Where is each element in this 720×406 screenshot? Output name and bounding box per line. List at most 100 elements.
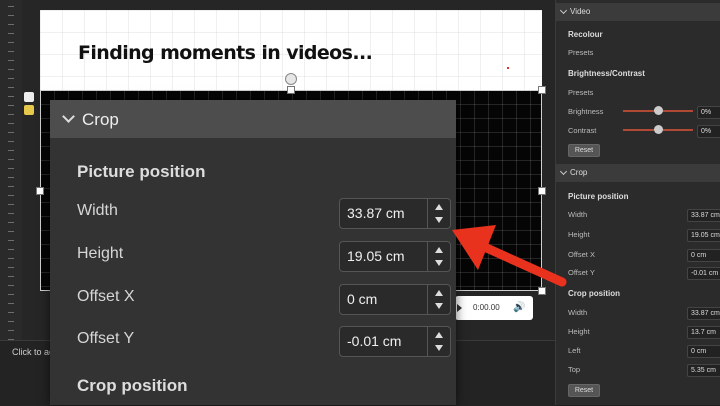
- ruler-tick: [8, 294, 14, 295]
- ruler-tick: [8, 195, 14, 196]
- chevron-down-icon[interactable]: [559, 167, 568, 176]
- resize-handle-top-right[interactable]: [538, 86, 546, 94]
- ruler-tick: [8, 312, 14, 313]
- width-value[interactable]: 33.87 cm: [347, 205, 405, 221]
- offset-y-label: Offset Y: [77, 330, 135, 347]
- crop-header-label: Crop: [82, 110, 119, 129]
- brightness-slider[interactable]: [623, 106, 693, 115]
- video-player-controls[interactable]: 0:00.00 🔊: [455, 296, 533, 320]
- contrast-slider[interactable]: [623, 125, 693, 134]
- height-spin[interactable]: [427, 242, 450, 271]
- ruler-tick: [8, 123, 14, 124]
- ruler-tick: [8, 6, 14, 7]
- pp-offset-y-label: Offset Y: [568, 268, 595, 277]
- cp-width-field[interactable]: 33.87 cm: [687, 307, 720, 320]
- offset-x-stepper[interactable]: 0 cm: [339, 284, 451, 315]
- cp-left-field[interactable]: 0 cm: [687, 345, 720, 358]
- offset-y-stepper[interactable]: -0.01 cm: [339, 326, 451, 357]
- crop-section-header-right[interactable]: Crop: [556, 164, 720, 182]
- brightness-slider-knob[interactable]: [654, 106, 663, 115]
- offset-y-spin[interactable]: [427, 327, 450, 356]
- ruler-tick: [8, 177, 14, 178]
- comment-icon[interactable]: [24, 105, 34, 115]
- height-value[interactable]: 19.05 cm: [347, 248, 405, 264]
- contrast-slider-knob[interactable]: [654, 125, 663, 134]
- slide-title[interactable]: Finding moments in videos...: [78, 42, 373, 64]
- increment-icon[interactable]: [435, 204, 443, 210]
- crop-section-header[interactable]: Crop: [50, 100, 456, 138]
- decrement-icon[interactable]: [435, 260, 443, 266]
- ruler-tick: [8, 51, 14, 52]
- width-spin[interactable]: [427, 199, 450, 228]
- height-label: Height: [77, 245, 124, 262]
- pp-height-label: Height: [568, 230, 590, 239]
- crop-position-title: Crop position: [77, 376, 188, 395]
- pp-height-field[interactable]: 19.05 cm: [687, 229, 720, 242]
- ruler-tick: [8, 231, 14, 232]
- decrement-icon[interactable]: [435, 217, 443, 223]
- ruler-tick: [8, 141, 14, 142]
- ruler-tick: [8, 24, 14, 25]
- decrement-icon[interactable]: [435, 303, 443, 309]
- resize-handle-right[interactable]: [538, 187, 546, 195]
- reset-button-2[interactable]: Reset: [568, 384, 600, 397]
- cp-top-label: Top: [568, 365, 581, 374]
- vertical-ruler: [0, 0, 23, 340]
- height-stepper[interactable]: 19.05 cm: [339, 241, 451, 272]
- rotate-handle-icon[interactable]: [285, 73, 297, 85]
- offset-y-value[interactable]: -0.01 cm: [347, 333, 401, 349]
- ruler-tick: [8, 321, 14, 322]
- ruler-tick: [8, 150, 14, 151]
- resize-handle-bottom-right[interactable]: [538, 287, 546, 295]
- resize-handle-top[interactable]: [287, 86, 295, 94]
- picture-position-title: Picture position: [77, 162, 206, 181]
- increment-icon[interactable]: [435, 247, 443, 253]
- ruler-tick: [8, 249, 14, 250]
- ruler-tick: [8, 114, 14, 115]
- cp-height-label: Height: [568, 327, 590, 336]
- pp-width-label: Width: [568, 210, 588, 219]
- brightness-value[interactable]: 0%: [697, 106, 720, 119]
- presets-label: Presets: [568, 48, 594, 57]
- chevron-down-icon[interactable]: [559, 6, 568, 15]
- pp-offset-y-field[interactable]: -0.01 cm: [687, 267, 720, 280]
- ruler-tick: [8, 33, 14, 34]
- ruler-tick: [8, 159, 14, 160]
- ruler-tick: [8, 213, 14, 214]
- cp-left-label: Left: [568, 346, 581, 355]
- offset-x-value[interactable]: 0 cm: [347, 291, 377, 307]
- increment-icon[interactable]: [435, 332, 443, 338]
- crop-panel-zoomed: Crop Picture position Width 33.87 cm Hei…: [50, 100, 456, 405]
- ruler-tick: [8, 87, 14, 88]
- ruler-tick: [8, 60, 14, 61]
- ruler-tick: [8, 69, 14, 70]
- ruler-tick: [8, 285, 14, 286]
- cp-top-field[interactable]: 5.35 cm: [687, 364, 720, 377]
- width-stepper[interactable]: 33.87 cm: [339, 198, 451, 229]
- ruler-tick: [8, 186, 14, 187]
- volume-icon[interactable]: 🔊: [513, 302, 525, 313]
- recolour-title: Recolour: [568, 30, 603, 39]
- increment-icon[interactable]: [435, 290, 443, 296]
- offset-x-spin[interactable]: [427, 285, 450, 314]
- notes-placeholder[interactable]: Click to ac: [12, 347, 54, 357]
- cp-height-field[interactable]: 13.7 cm: [687, 326, 720, 339]
- ruler-tick: [8, 168, 14, 169]
- layout-icon[interactable]: [24, 92, 34, 102]
- video-section-header[interactable]: Video: [556, 3, 720, 21]
- pp-offset-x-field[interactable]: 0 cm: [687, 249, 720, 262]
- chevron-down-icon[interactable]: [62, 110, 75, 123]
- reset-button[interactable]: Reset: [568, 144, 600, 157]
- ruler-tick: [8, 303, 14, 304]
- resize-handle-left[interactable]: [36, 187, 44, 195]
- pp-width-field[interactable]: 33.87 cm: [687, 209, 720, 222]
- contrast-value[interactable]: 0%: [697, 125, 720, 138]
- ruler-tick: [8, 276, 14, 277]
- ruler-tick: [8, 240, 14, 241]
- play-icon[interactable]: [457, 304, 462, 312]
- decrement-icon[interactable]: [435, 345, 443, 351]
- cp-width-label: Width: [568, 308, 588, 317]
- ruler-tick: [8, 78, 14, 79]
- brightness-contrast-title: Brightness/Contrast: [568, 69, 645, 78]
- brightness-label: Brightness: [568, 107, 604, 116]
